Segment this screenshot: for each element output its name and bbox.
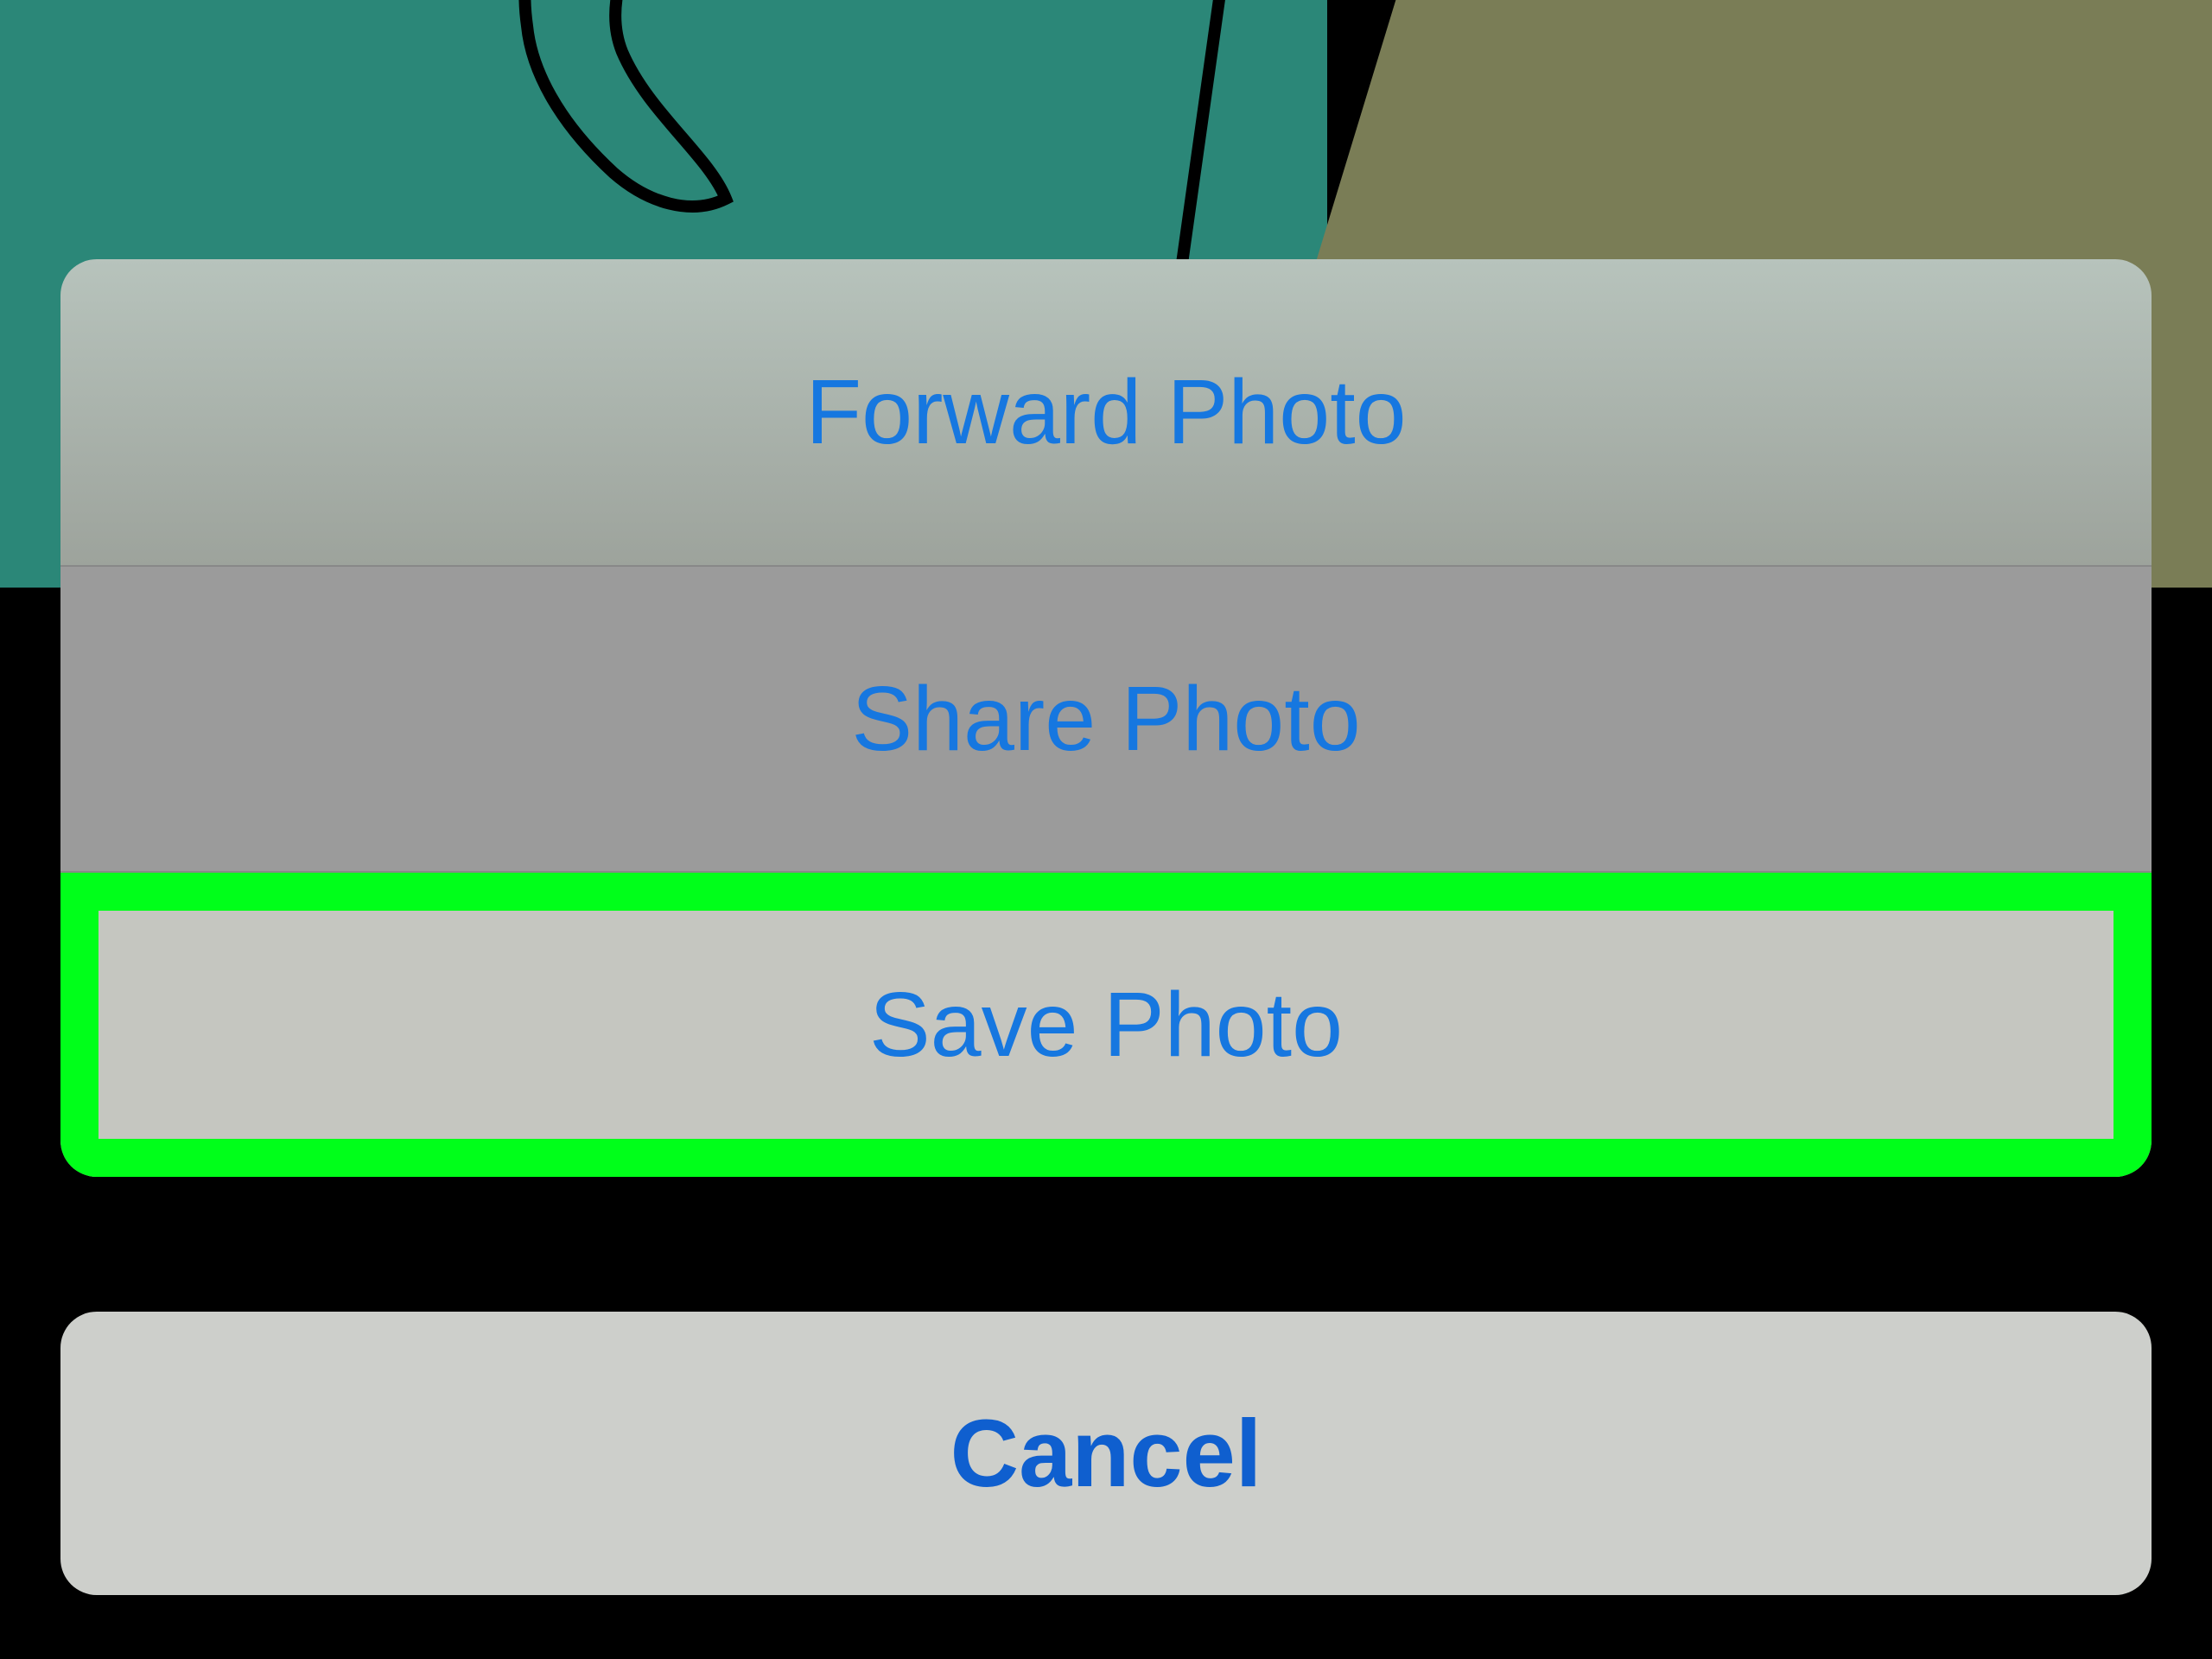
drawing-blob (432, 0, 760, 259)
cancel-label: Cancel (950, 1399, 1262, 1509)
share-photo-option[interactable]: Share Photo (60, 565, 2152, 871)
save-photo-label: Save Photo (869, 973, 1343, 1077)
forward-photo-option[interactable]: Forward Photo (60, 259, 2152, 565)
photo-action-sheet: Forward Photo Share Photo Save Photo (60, 259, 2152, 1177)
forward-photo-label: Forward Photo (805, 360, 1406, 465)
save-photo-option[interactable]: Save Photo (60, 871, 2152, 1177)
share-photo-label: Share Photo (851, 667, 1360, 772)
cancel-button[interactable]: Cancel (60, 1312, 2152, 1595)
